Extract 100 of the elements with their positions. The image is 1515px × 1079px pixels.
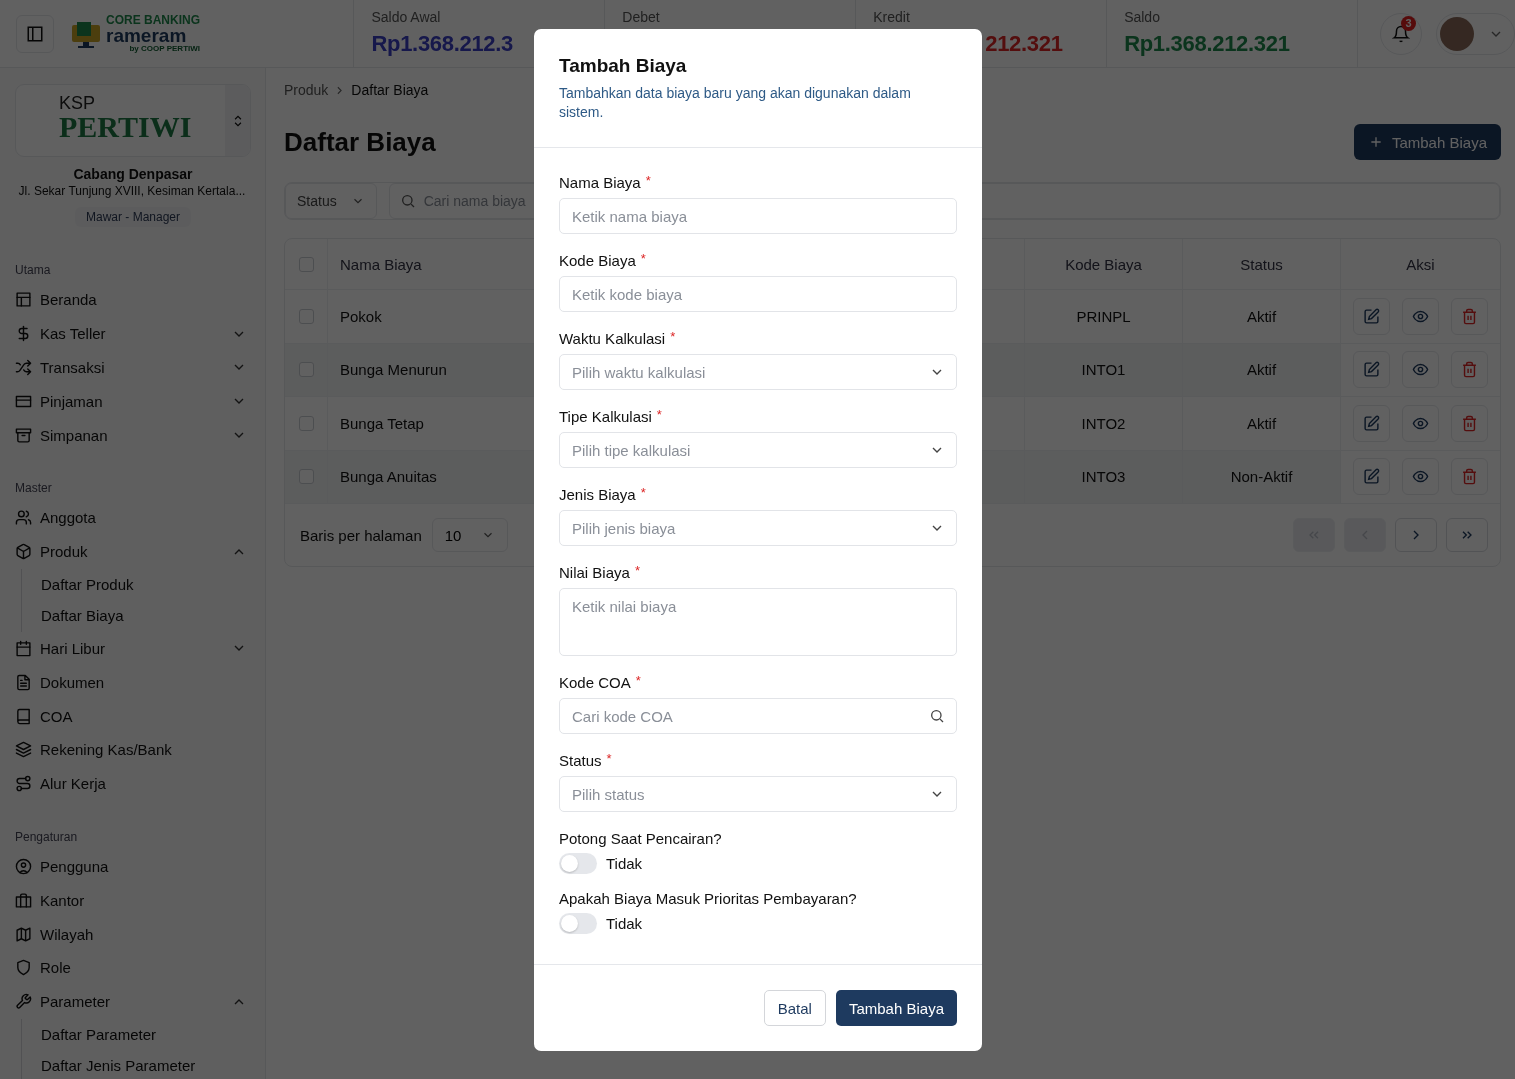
sidebar-item[interactable]: Produk [15, 534, 251, 569]
add-fee-button[interactable]: Tambah Biaya [1353, 124, 1501, 160]
toggle-switch[interactable] [559, 913, 597, 934]
delete-button[interactable] [1451, 458, 1488, 496]
sidebar-item[interactable]: Alur Kerja [15, 766, 251, 801]
breadcrumb-link[interactable]: Produk [284, 82, 329, 98]
edit-icon [1363, 361, 1380, 379]
toggle-switch[interactable] [559, 853, 597, 874]
layout-icon [15, 291, 32, 309]
trash-icon [1461, 468, 1478, 486]
logo-text: CORE BANKING [106, 14, 200, 26]
archive-icon [15, 426, 32, 444]
stat-label: Saldo Awal [371, 9, 442, 25]
edit-button[interactable] [1353, 458, 1390, 496]
rows-per-page-select[interactable]: 10 [431, 518, 509, 552]
cancel-button[interactable]: Batal [763, 990, 826, 1026]
view-button[interactable] [1402, 458, 1439, 496]
wrench-icon [15, 993, 32, 1011]
text-input-field[interactable]: Ketik kode biaya [559, 276, 957, 312]
stat-label: Debet [622, 9, 661, 25]
sidebar-subitem[interactable]: Daftar Jenis Parameter [41, 1050, 251, 1079]
trash-icon [1461, 307, 1478, 325]
table-cell: Non-Aktif [1182, 450, 1340, 503]
layers-icon [15, 741, 32, 759]
sidebar-item[interactable]: Transaksi [15, 350, 251, 385]
sidebar-item[interactable]: COA [15, 699, 251, 733]
delete-button[interactable] [1451, 404, 1488, 442]
required-mark: * [635, 674, 641, 690]
edit-button[interactable] [1353, 404, 1390, 442]
field-label: Kode Biaya [559, 252, 636, 270]
select-field[interactable]: Pilih waktu kalkulasi [559, 354, 957, 390]
branch-address: Jl. Sekar Tunjung XVIII, Kesiman Kertala... [17, 184, 247, 198]
document-icon [15, 673, 32, 691]
text-input-field[interactable]: Ketik nama biaya [559, 198, 957, 234]
sidebar-item[interactable]: Pinjaman [15, 384, 251, 419]
organization-logo-wordmark: PERTIWI [59, 112, 193, 142]
page-title: Daftar Biaya [284, 126, 436, 158]
table-cell: INTO1 [1024, 343, 1182, 396]
sidebar-item[interactable]: Kantor [15, 883, 251, 918]
calendar-icon [15, 639, 32, 657]
sidebar-item[interactable]: Anggota [15, 501, 251, 535]
user-circle-icon [15, 857, 32, 875]
stat-value: Rp1.368.212.321 [1124, 31, 1291, 57]
table-cell: Aktif [1182, 290, 1340, 343]
sidebar-item[interactable]: Dokumen [15, 665, 251, 700]
toggle-state-text: Tidak [606, 915, 643, 932]
stat-value: Rp1.368.212.3 [371, 31, 515, 57]
select-field[interactable]: Pilih tipe kalkulasi [559, 432, 957, 468]
profile-menu-button[interactable] [1436, 12, 1515, 55]
sidebar-item[interactable]: Hari Libur [15, 631, 251, 666]
sidebar-item[interactable]: Kas Teller [15, 316, 251, 351]
view-button[interactable] [1402, 351, 1439, 389]
submit-button[interactable]: Tambah Biaya [835, 990, 957, 1026]
sidebar-subitem[interactable]: Daftar Biaya [41, 600, 251, 632]
trash-icon [1461, 414, 1478, 432]
shuffle-icon [15, 359, 32, 376]
column-header: Kode Biaya [1024, 239, 1182, 289]
required-mark: * [606, 752, 612, 768]
pagination-button[interactable] [1395, 518, 1437, 552]
status-filter[interactable]: Status [285, 183, 377, 219]
sidebar-item[interactable]: Role [15, 950, 251, 985]
users-icon [15, 509, 32, 527]
sidebar-item[interactable]: Pengguna [15, 849, 251, 884]
notification-button[interactable]: 3 [1380, 12, 1423, 55]
edit-button[interactable] [1353, 351, 1390, 389]
sidebar-subitem[interactable]: Daftar Produk [41, 568, 251, 601]
table-cell: PRINPL [1024, 290, 1182, 343]
section-heading: Utama [15, 263, 52, 277]
sidebar-item[interactable]: Wilayah [15, 917, 251, 951]
textarea-field[interactable]: Ketik nilai biaya [559, 588, 957, 656]
table-cell: Aktif [1182, 343, 1340, 396]
view-button[interactable] [1402, 297, 1439, 335]
route-icon [15, 775, 32, 793]
avatar-placeholder [1440, 16, 1475, 51]
toggle-label: Apakah Biaya Masuk Prioritas Pembayaran? [559, 890, 858, 907]
pagination-button[interactable] [1446, 518, 1488, 552]
delete-button[interactable] [1451, 297, 1488, 335]
search-icon [399, 193, 416, 209]
search-field[interactable]: Cari kode COA [559, 698, 957, 734]
organization-logo-text: KSP [59, 94, 97, 112]
sidebar-item[interactable]: Parameter [15, 984, 251, 1019]
sidebar-item[interactable]: Simpanan [15, 418, 251, 452]
select-field[interactable]: Pilih status [559, 776, 957, 812]
select-field[interactable]: Pilih jenis biaya [559, 510, 957, 546]
column-header: Aksi [1340, 239, 1500, 289]
organization-switcher[interactable]: KSP PERTIWI [15, 84, 251, 157]
required-mark: * [670, 330, 676, 346]
sidebar-subitem[interactable]: Daftar Parameter [41, 1018, 251, 1051]
required-mark: * [634, 564, 640, 580]
delete-button[interactable] [1451, 351, 1488, 389]
field-label: Kode COA [559, 674, 631, 692]
sidebar-toggle-button[interactable] [16, 14, 54, 53]
view-button[interactable] [1402, 404, 1439, 442]
edit-button[interactable] [1353, 297, 1390, 335]
field-label: Tipe Kalkulasi [559, 408, 652, 426]
sidebar-item[interactable]: Beranda [15, 283, 251, 317]
sidebar-item[interactable]: Rekening Kas/Bank [15, 732, 251, 767]
breadcrumb-link[interactable]: Daftar Biaya [351, 82, 429, 98]
map-icon [15, 925, 32, 943]
building-icon [15, 891, 32, 909]
